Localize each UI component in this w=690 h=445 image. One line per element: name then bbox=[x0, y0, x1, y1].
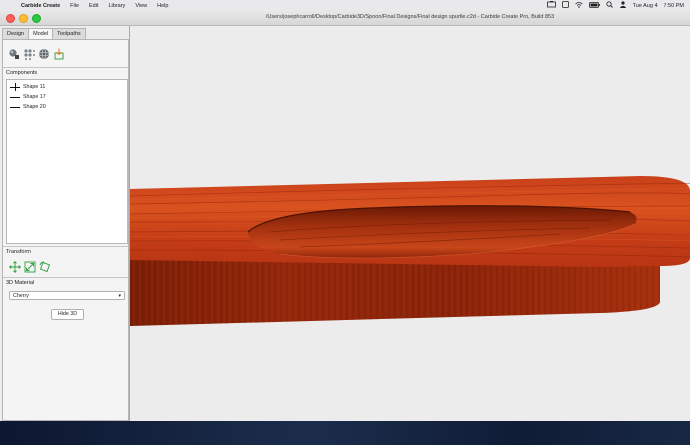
model-tool-primitive-button[interactable] bbox=[8, 48, 20, 60]
transform-toolbar bbox=[9, 261, 51, 273]
component-name: Shape 20 bbox=[23, 104, 46, 110]
divider bbox=[3, 67, 128, 68]
window-close-button[interactable] bbox=[6, 14, 15, 23]
move-icon bbox=[9, 261, 21, 273]
transform-heading: Transform bbox=[6, 249, 31, 255]
app-window: /Users/josephcarroll/Desktop/Carbide3D/S… bbox=[0, 11, 690, 422]
list-item[interactable]: Shape 20 bbox=[7, 102, 127, 112]
wifi-icon[interactable] bbox=[574, 1, 583, 10]
texture-tool-icon bbox=[24, 49, 35, 60]
menu-bar: Carbide Create File Edit Library View He… bbox=[0, 0, 690, 11]
components-list[interactable]: Shape 11 Shape 17 Shape 20 bbox=[6, 79, 128, 244]
side-panel: Design Model Toolpaths Components Shape … bbox=[0, 26, 130, 421]
import-model-icon bbox=[54, 48, 64, 60]
rotate-button[interactable] bbox=[39, 261, 51, 273]
tab-model[interactable]: Model bbox=[28, 28, 54, 39]
model-tool-sphere-button[interactable] bbox=[38, 48, 50, 60]
panel-tabs: Design Model Toolpaths bbox=[2, 28, 86, 39]
material-select[interactable]: Cherry ▾ bbox=[9, 291, 125, 300]
list-item[interactable]: Shape 11 bbox=[7, 82, 127, 92]
components-heading: Components bbox=[6, 70, 38, 76]
desktop-background bbox=[0, 421, 690, 445]
scale-button[interactable] bbox=[24, 261, 36, 273]
component-add-icon bbox=[10, 83, 20, 91]
window-titlebar[interactable]: /Users/josephcarroll/Desktop/Carbide3D/S… bbox=[0, 11, 690, 26]
spotlight-search-icon[interactable] bbox=[606, 1, 613, 10]
divider bbox=[3, 246, 128, 247]
component-name: Shape 11 bbox=[23, 84, 46, 90]
window-title: /Users/josephcarroll/Desktop/Carbide3D/S… bbox=[265, 14, 555, 20]
menu-help[interactable]: Help bbox=[152, 3, 173, 9]
menu-app-name[interactable]: Carbide Create bbox=[16, 3, 65, 9]
scale-icon bbox=[24, 261, 36, 273]
menu-library[interactable]: Library bbox=[104, 3, 131, 9]
battery-icon[interactable] bbox=[588, 1, 600, 10]
menu-edit[interactable]: Edit bbox=[84, 3, 103, 9]
menu-date[interactable]: Tue Aug 4 bbox=[633, 3, 658, 9]
move-button[interactable] bbox=[9, 261, 21, 273]
rotate-icon bbox=[39, 261, 51, 273]
tab-toolpaths[interactable]: Toolpaths bbox=[52, 28, 86, 39]
window-zoom-button[interactable] bbox=[32, 14, 41, 23]
model-tool-texture-button[interactable] bbox=[23, 48, 35, 60]
menu-time[interactable]: 7:50 PM bbox=[664, 3, 684, 9]
divider bbox=[3, 277, 128, 278]
model-panel: Components Shape 11 Shape 17 Shape 20 Tr… bbox=[2, 39, 129, 421]
tab-design[interactable]: Design bbox=[2, 28, 30, 39]
sphere-tool-icon bbox=[38, 48, 50, 60]
list-item[interactable]: Shape 17 bbox=[7, 92, 127, 102]
wood-model-render bbox=[130, 176, 690, 326]
menu-view[interactable]: View bbox=[130, 3, 152, 9]
primitive-tool-icon bbox=[9, 49, 19, 59]
component-name: Shape 17 bbox=[23, 94, 46, 100]
component-subtract-icon bbox=[10, 93, 20, 101]
hide-3d-button[interactable]: Hide 3D bbox=[51, 309, 84, 320]
chevron-down-icon: ▾ bbox=[118, 293, 121, 299]
material-value: Cherry bbox=[13, 293, 29, 299]
material-heading: 3D Material bbox=[6, 280, 35, 286]
control-center-icon[interactable] bbox=[561, 1, 569, 10]
user-switch-icon[interactable] bbox=[619, 1, 627, 10]
window-minimize-button[interactable] bbox=[19, 14, 28, 23]
3d-viewport[interactable] bbox=[130, 26, 690, 421]
model-toolbar bbox=[8, 48, 65, 60]
menu-file[interactable]: File bbox=[65, 3, 84, 9]
component-subtract-icon bbox=[10, 103, 20, 111]
model-tool-import-button[interactable] bbox=[53, 48, 65, 60]
menu-extra-icon[interactable] bbox=[546, 1, 556, 10]
